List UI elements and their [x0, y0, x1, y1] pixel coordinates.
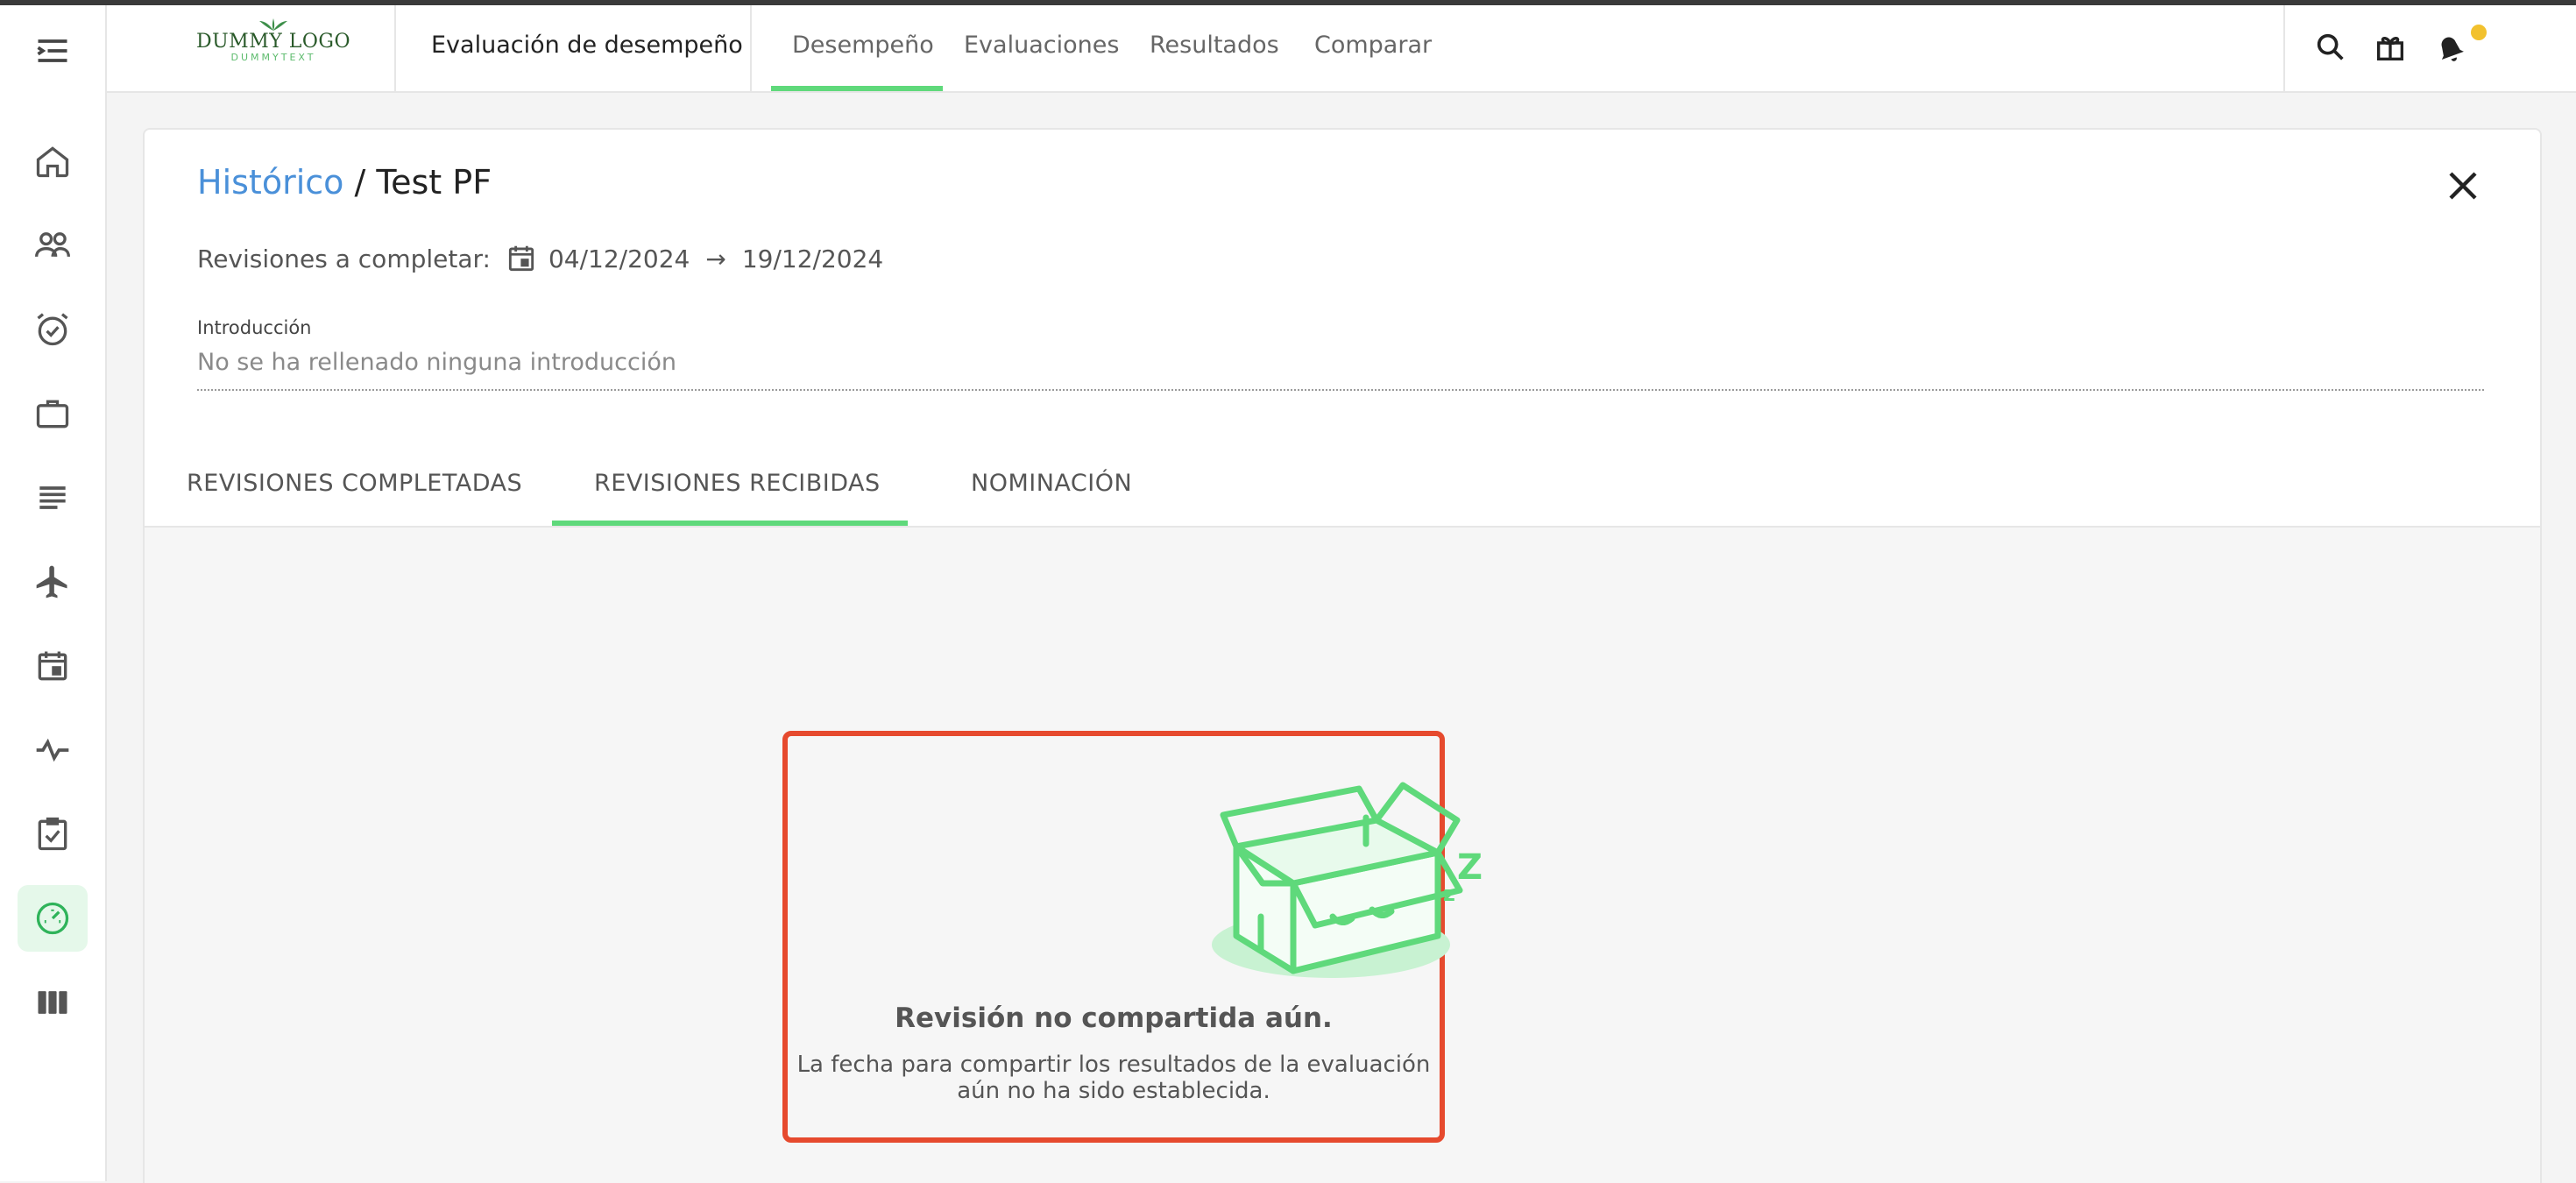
breadcrumb-link-historico[interactable]: Histórico: [197, 163, 343, 202]
close-button[interactable]: [2442, 165, 2484, 207]
menu-collapse-icon: [37, 39, 67, 62]
evaluation-card: Histórico / Test PF Revisiones a complet…: [143, 128, 2542, 1183]
nav-tab-desempeno[interactable]: Desempeño: [792, 32, 934, 59]
company-logo[interactable]: DUMMY LOGO DUMMYTEXT: [186, 18, 361, 81]
review-period-label: Revisiones a completar:: [197, 244, 491, 273]
notification-badge: [2471, 25, 2487, 40]
sidebar-item-performance[interactable]: [18, 885, 88, 952]
nav-tab-comparar[interactable]: Comparar: [1314, 32, 1432, 59]
empty-state: Z z Revisión no compartida aún. La fecha…: [782, 731, 1483, 1143]
breadcrumb-current: Test PF: [376, 163, 492, 202]
nav-tab-evaluaciones[interactable]: Evaluaciones: [964, 32, 1119, 59]
svg-text:z: z: [1443, 882, 1455, 906]
sidebar-item-columns[interactable]: [18, 969, 88, 1036]
gift-button[interactable]: [2369, 26, 2411, 68]
date-end: 19/12/2024: [741, 244, 884, 273]
date-arrow: →: [705, 244, 726, 273]
sidebar-item-calendar[interactable]: [18, 633, 88, 699]
sidebar-item-home[interactable]: [18, 128, 88, 195]
sidebar-item-people[interactable]: [18, 212, 88, 279]
nav-tab-resultados[interactable]: Resultados: [1150, 32, 1279, 59]
header-divider: [394, 5, 396, 91]
tab-content: Z z Revisión no compartida aún. La fecha…: [145, 528, 2540, 1183]
intro-label: Introducción: [197, 317, 312, 338]
app-title: Evaluación de desempeño: [431, 32, 743, 59]
top-header: DUMMY LOGO DUMMYTEXT Evaluación de desem…: [107, 5, 2576, 93]
alarm-check-icon: [37, 313, 68, 346]
nav-active-indicator: [771, 86, 943, 91]
sidebar-item-tasks[interactable]: [18, 801, 88, 868]
home-icon: [36, 146, 69, 178]
calendar-icon: [38, 651, 67, 681]
logo-sub-text: DUMMYTEXT: [230, 52, 316, 63]
header-divider: [2283, 5, 2285, 91]
tab-nominacion[interactable]: NOMINACIÓN: [971, 470, 1132, 497]
speedometer-icon: [36, 902, 69, 935]
checklist-icon: [38, 817, 67, 851]
calendar-icon: [508, 245, 534, 272]
tab-revisiones-completadas[interactable]: REVISIONES COMPLETADAS: [187, 470, 522, 497]
svg-text:Z: Z: [1457, 847, 1483, 888]
people-icon: [35, 232, 70, 258]
sidebar: [0, 5, 107, 1181]
list-icon: [39, 486, 66, 509]
header-divider: [750, 5, 752, 91]
intro-field[interactable]: No se ha rellenado ninguna introducción: [197, 349, 676, 376]
leaf-logo-icon: [259, 18, 287, 31]
sidebar-item-briefcase[interactable]: [18, 380, 88, 447]
search-button[interactable]: [2310, 26, 2352, 68]
empty-state-description: La fecha para compartir los resultados d…: [796, 1052, 1431, 1104]
logo-brand-text: DUMMY LOGO: [195, 31, 350, 53]
sidebar-item-pulse[interactable]: [18, 717, 88, 783]
intro-underline: [197, 389, 2484, 391]
sidebar-item-travel[interactable]: [18, 549, 88, 615]
menu-collapse-button[interactable]: [18, 18, 88, 84]
sidebar-item-list[interactable]: [18, 464, 88, 531]
gift-icon: [2377, 37, 2403, 60]
review-period: Revisiones a completar: 04/12/2024 → 19/…: [197, 242, 883, 275]
breadcrumb-separator: /: [343, 163, 377, 202]
close-icon: [2449, 172, 2477, 200]
briefcase-icon: [36, 400, 69, 429]
airplane-icon: [36, 565, 67, 599]
tab-revisiones-recibidas[interactable]: REVISIONES RECIBIDAS: [594, 470, 881, 497]
breadcrumb: Histórico / Test PF: [197, 163, 492, 202]
bell-icon: [2441, 37, 2464, 61]
search-icon: [2317, 33, 2344, 60]
pulse-icon: [36, 738, 69, 762]
empty-state-title: Revisión no compartida aún.: [895, 1002, 1333, 1034]
date-start: 04/12/2024: [548, 244, 690, 273]
columns-icon: [38, 991, 67, 1014]
notifications-button[interactable]: [2429, 26, 2471, 68]
sleeping-box-illustration: Z z: [1212, 782, 1483, 978]
sidebar-item-alarm[interactable]: [18, 296, 88, 363]
